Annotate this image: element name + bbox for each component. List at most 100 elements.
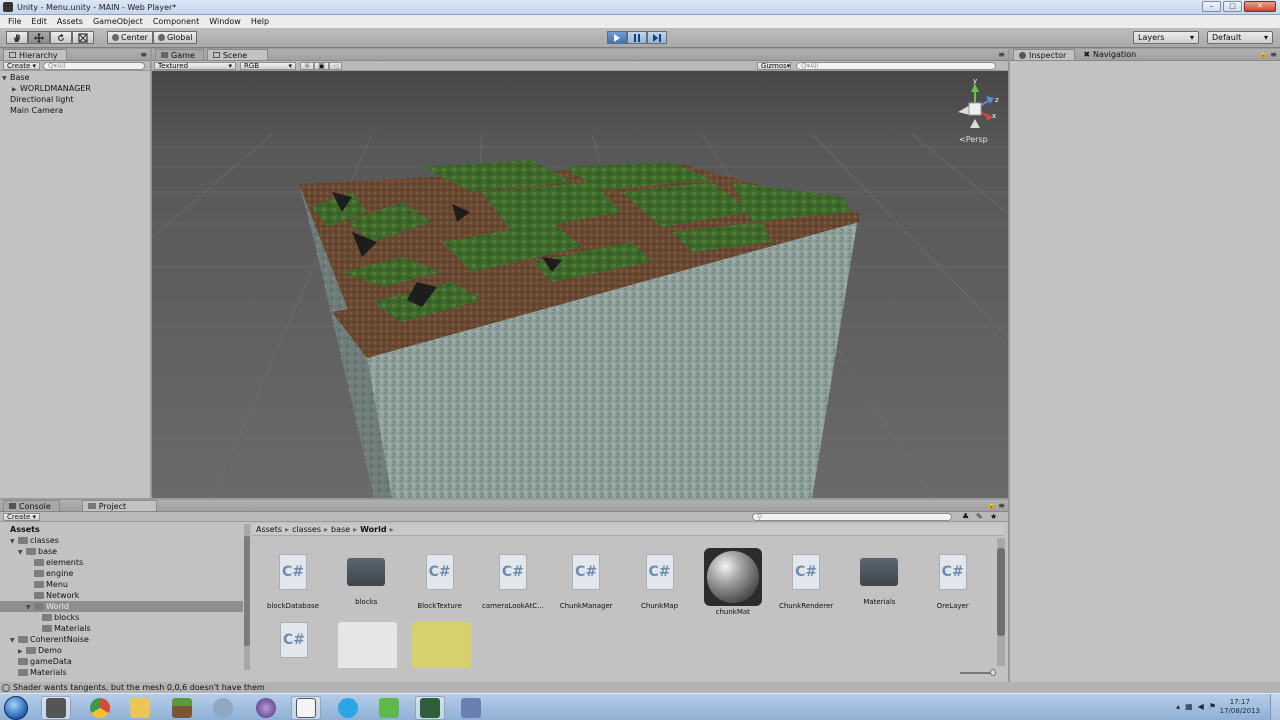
tree-arrow-icon[interactable]: ▼ <box>10 536 18 547</box>
minimize-button[interactable]: – <box>1202 1 1221 12</box>
project-create-button[interactable]: Create ▾ <box>3 512 41 521</box>
project-search-input[interactable]: ⚲ <box>752 512 952 521</box>
scene-search-input[interactable]: Q▾All <box>796 61 996 70</box>
render-mode-dropdown[interactable]: RGB ▾ <box>240 61 296 70</box>
project-tree-item[interactable]: Materials <box>0 623 243 634</box>
menu-help[interactable]: Help <box>246 17 274 26</box>
hierarchy-search-input[interactable]: Q▾All <box>43 61 146 70</box>
hand-tool-button[interactable] <box>6 31 28 44</box>
scene-overlay-toggle[interactable]: ▣ <box>314 61 329 70</box>
menu-gameobject[interactable]: GameObject <box>88 17 148 26</box>
tab-hierarchy[interactable]: Hierarchy <box>3 49 67 60</box>
scene-viewport[interactable]: y z x <Persp <box>152 72 1008 498</box>
hierarchy-item[interactable]: Directional light <box>0 94 150 105</box>
scene-lighting-toggle[interactable]: ☼ <box>300 61 315 70</box>
tree-arrow-icon[interactable]: ▼ <box>2 73 10 84</box>
taskbar-explorer[interactable] <box>125 696 155 720</box>
project-tree-item[interactable]: ▼ classes <box>0 535 243 546</box>
project-tree-item[interactable]: Menu <box>0 579 243 590</box>
move-tool-button[interactable] <box>28 31 50 44</box>
project-tree-item[interactable]: Materials <box>0 667 243 676</box>
asset-grid-scrollbar[interactable] <box>997 538 1005 666</box>
tree-arrow-icon[interactable]: ▼ <box>26 602 34 613</box>
asset-item[interactable]: chunkMat <box>698 548 768 616</box>
tab-console[interactable]: Console <box>3 500 60 511</box>
filter-by-label-icon[interactable]: ✎ <box>976 512 983 521</box>
status-bar[interactable]: Shader wants tangents, but the mesh 0,0,… <box>0 682 1280 693</box>
tab-navigation[interactable]: ✖ Navigation <box>1078 49 1144 60</box>
gizmos-dropdown[interactable]: Gizmos ▾ <box>757 61 791 70</box>
breadcrumb-assets[interactable]: Assets <box>256 525 282 534</box>
panel-menu-icon[interactable]: ≡ <box>998 50 1005 59</box>
taskbar-app-1[interactable] <box>41 696 71 720</box>
asset-item[interactable]: C# ChunkMap <box>625 554 695 610</box>
asset-item[interactable]: Materials <box>844 554 914 606</box>
tab-project[interactable]: Project <box>81 500 158 511</box>
pause-button[interactable] <box>627 31 647 44</box>
pivot-global-toggle[interactable]: Global <box>152 31 198 44</box>
panel-menu-icon[interactable]: ≡ <box>1270 50 1277 59</box>
tree-arrow-icon[interactable]: ▼ <box>10 635 18 646</box>
layers-dropdown[interactable]: Layers ▾ <box>1133 31 1199 44</box>
taskbar-app-5[interactable] <box>208 696 238 720</box>
show-desktop-button[interactable] <box>1270 694 1280 720</box>
project-tree-item[interactable]: gameData <box>0 656 243 667</box>
taskbar-eclipse[interactable] <box>251 696 281 720</box>
tree-arrow-icon[interactable]: ▼ <box>18 547 26 558</box>
taskbar-minecraft[interactable] <box>167 696 197 720</box>
panel-menu-icon[interactable]: ≡ <box>998 501 1005 510</box>
menu-file[interactable]: File <box>3 17 26 26</box>
project-tree-item[interactable]: ▼ World <box>0 601 243 612</box>
taskbar-app-11[interactable] <box>456 696 486 720</box>
taskbar-skype[interactable] <box>333 696 363 720</box>
taskbar-unity[interactable] <box>291 696 321 720</box>
project-tree-item[interactable]: Network <box>0 590 243 601</box>
system-clock[interactable]: 17:17 17/08/2013 <box>1220 698 1260 716</box>
close-button[interactable]: ✕ <box>1244 1 1276 12</box>
panel-menu-icon[interactable]: ≡ <box>140 50 147 59</box>
asset-item[interactable]: C# OreLayer <box>918 554 988 610</box>
asset-item[interactable]: C# ChunkRenderer <box>771 554 841 610</box>
projection-label[interactable]: <Persp <box>959 135 988 144</box>
project-tree-scrollbar[interactable] <box>244 524 250 670</box>
icon-size-slider[interactable] <box>960 669 996 676</box>
project-tree-item[interactable]: elements <box>0 557 243 568</box>
taskbar-chrome[interactable] <box>85 696 115 720</box>
asset-item[interactable]: C# cameraLookAtC... <box>478 554 548 610</box>
csharp-script-icon[interactable]: C# <box>280 622 308 658</box>
menu-edit[interactable]: Edit <box>26 17 52 26</box>
hierarchy-item[interactable]: ▶ WORLDMANAGER <box>0 83 150 94</box>
project-tree-item[interactable]: ▶ Demo <box>0 645 243 656</box>
play-button[interactable] <box>607 31 627 44</box>
texture-thumbnail[interactable] <box>338 622 397 668</box>
hierarchy-create-button[interactable]: Create ▾ <box>3 61 41 70</box>
scale-tool-button[interactable] <box>72 31 94 44</box>
project-tree-item[interactable]: Assets <box>0 524 243 535</box>
step-button[interactable] <box>647 31 667 44</box>
tab-game[interactable]: Game <box>155 49 204 60</box>
asset-item[interactable]: C# ChunkManager <box>551 554 621 610</box>
volume-icon[interactable]: ◀ <box>1198 702 1204 711</box>
start-button[interactable] <box>4 696 28 720</box>
layout-dropdown[interactable]: Default ▾ <box>1207 31 1273 44</box>
texture-thumbnail[interactable] <box>412 622 471 668</box>
rotate-tool-button[interactable] <box>50 31 72 44</box>
breadcrumb-world[interactable]: World <box>360 525 386 534</box>
show-hidden-icons-icon[interactable]: ▴ <box>1176 702 1180 711</box>
taskbar-app-10[interactable] <box>415 696 445 720</box>
pivot-center-toggle[interactable]: Center <box>107 31 153 44</box>
project-tree-scroll-thumb[interactable] <box>244 536 250 646</box>
asset-item[interactable]: blocks <box>331 554 401 606</box>
network-icon[interactable]: ▦ <box>1185 702 1193 711</box>
menu-component[interactable]: Component <box>148 17 204 26</box>
tab-inspector[interactable]: Inspector <box>1013 49 1076 60</box>
action-center-icon[interactable]: ⚑ <box>1209 702 1216 711</box>
lock-icon[interactable]: 🔒 <box>1259 50 1268 58</box>
shading-mode-dropdown[interactable]: Textured ▾ <box>154 61 236 70</box>
asset-item[interactable]: C# BlockTexture <box>405 554 475 610</box>
menu-assets[interactable]: Assets <box>52 17 88 26</box>
lock-icon[interactable]: 🔒 <box>987 501 996 509</box>
asset-grid-scroll-thumb[interactable] <box>997 548 1005 636</box>
project-tree-item[interactable]: ▼ CoherentNoise <box>0 634 243 645</box>
menu-window[interactable]: Window <box>204 17 246 26</box>
